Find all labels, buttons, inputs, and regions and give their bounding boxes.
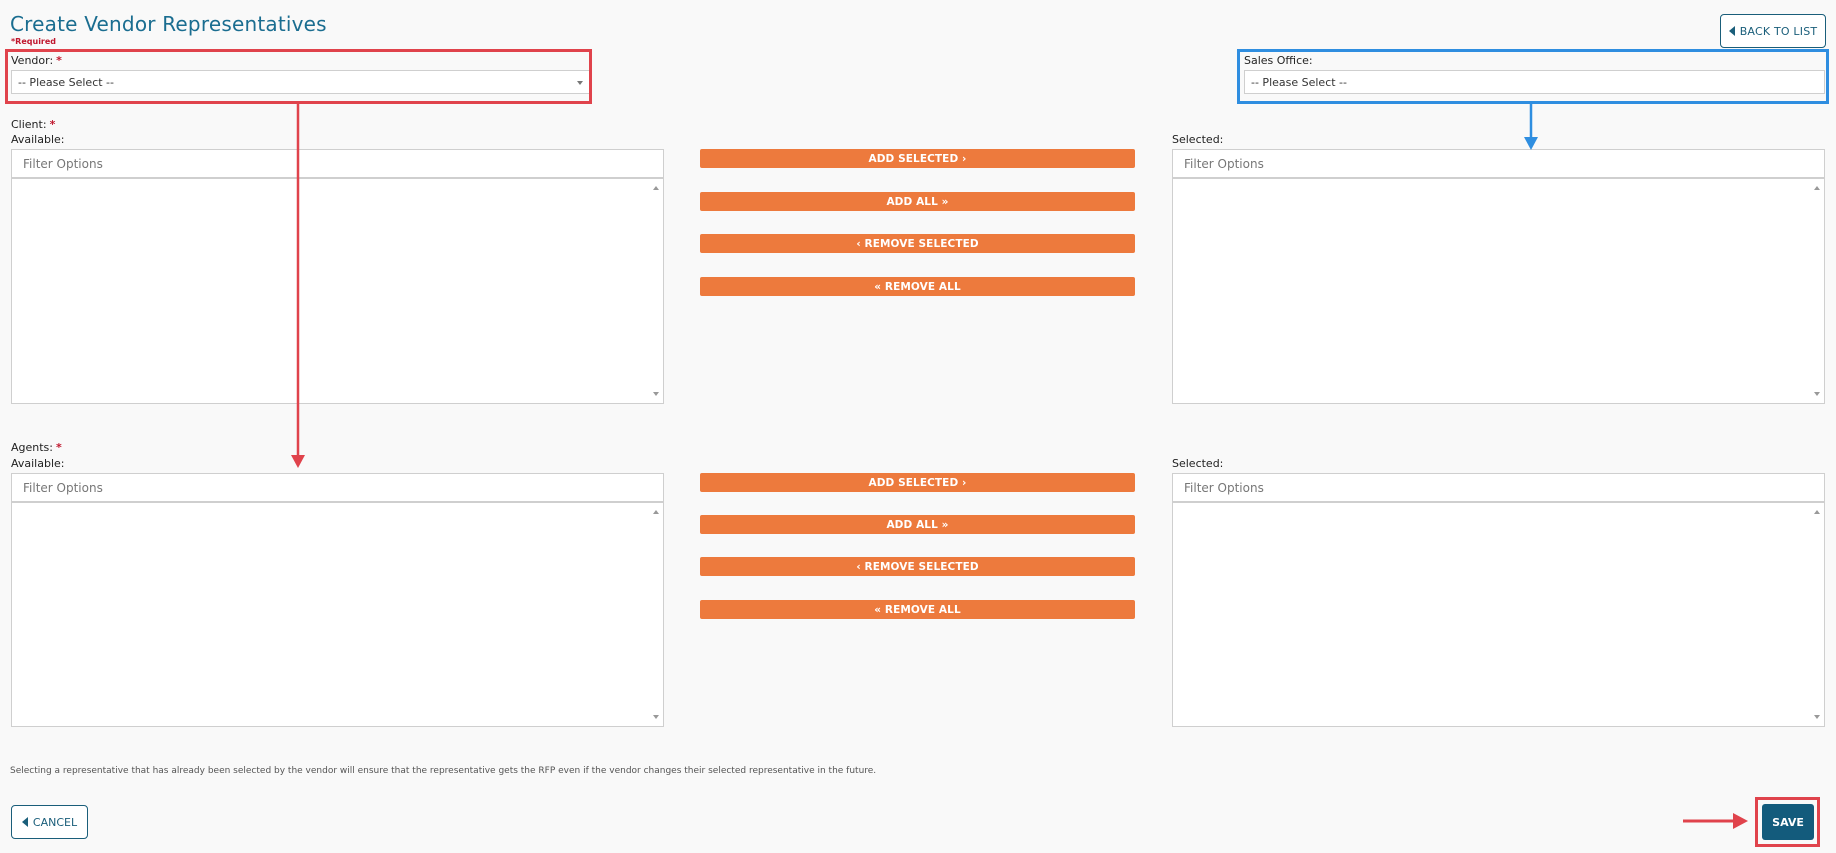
sales-office-down-arrow [1524,104,1538,150]
vendor-to-agents-arrow [291,104,305,468]
save-pointer-arrow [1683,813,1748,829]
annotation-arrows [291,104,1748,829]
